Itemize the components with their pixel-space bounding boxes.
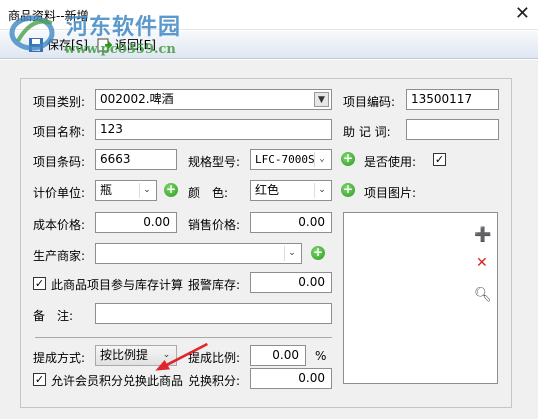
unit-label: 计价单位: [33, 186, 86, 200]
form-panel: 项目类别: 002002.啤酒 ▼ 项目编码: 13500117 项目名称: 1… [20, 78, 512, 408]
add-color-icon[interactable]: + [341, 183, 355, 197]
cost-field[interactable]: 0.00 [95, 212, 177, 233]
enabled-label: 是否使用: [364, 155, 417, 169]
maker-select[interactable]: ⌄ [95, 243, 302, 264]
sale-field[interactable]: 0.00 [250, 212, 332, 233]
save-icon [28, 37, 44, 53]
image-label: 项目图片: [364, 186, 417, 200]
window-title: 商品资料--新增 [8, 9, 89, 23]
chevron-down-icon[interactable]: ▼ [314, 92, 329, 107]
image-preview-box[interactable]: ➕ ✕ 🔍︎ [343, 212, 498, 384]
maker-label: 生产商家: [33, 249, 86, 263]
category-select[interactable]: 002002.啤酒 ▼ [95, 89, 332, 110]
code-label: 项目编码: [343, 95, 396, 109]
add-image-icon[interactable]: ➕ [474, 227, 491, 243]
unit-select[interactable]: 瓶 ⌄ [95, 180, 157, 201]
code-field[interactable]: 13500117 [406, 89, 499, 110]
add-spec-icon[interactable]: + [341, 152, 355, 166]
color-select[interactable]: 红色 ⌄ [250, 180, 332, 201]
spec-select[interactable]: LFC-7000S ⌄ [250, 149, 332, 170]
spec-value: LFC-7000S [255, 153, 315, 166]
mnemonic-label: 助 记 词: [343, 125, 391, 139]
delete-image-icon[interactable]: ✕ [476, 255, 488, 271]
save-button-label: 保存[S] [47, 38, 88, 52]
add-unit-icon[interactable]: + [164, 183, 178, 197]
back-button[interactable]: 返回[E] [96, 36, 156, 53]
category-value: 002002.啤酒 [100, 92, 174, 106]
save-button[interactable]: 保存[S] [28, 36, 88, 53]
unit-value: 瓶 [100, 183, 113, 197]
chevron-down-icon[interactable]: ⌄ [139, 183, 154, 198]
commission-mode-value: 按比例提 [100, 348, 149, 362]
points-allow-checkbox[interactable]: ✓ [33, 373, 46, 386]
alarm-label: 报警库存: [188, 278, 241, 292]
title-bar: 商品资料--新增 ✕ [0, 0, 538, 30]
barcode-label: 项目条码: [33, 155, 86, 169]
name-field[interactable]: 123 [95, 119, 332, 140]
mnemonic-field[interactable] [406, 119, 499, 140]
back-button-label: 返回[E] [115, 38, 156, 52]
category-label: 项目类别: [33, 95, 86, 109]
stock-calc-checkbox[interactable]: ✓ [33, 277, 46, 290]
sale-label: 销售价格: [188, 218, 241, 232]
remark-field[interactable] [95, 303, 332, 324]
commission-ratio-field[interactable]: 0.00 [250, 345, 306, 366]
percent-unit: % [315, 349, 327, 363]
spec-label: 规格型号: [188, 155, 241, 169]
points-field[interactable]: 0.00 [250, 368, 332, 389]
color-label: 颜 色: [188, 186, 229, 200]
add-maker-icon[interactable]: + [311, 246, 325, 260]
cost-label: 成本价格: [33, 218, 86, 232]
chevron-down-icon[interactable]: ⌄ [314, 183, 329, 198]
back-icon [96, 37, 113, 53]
remark-label: 备 注: [33, 309, 74, 323]
magnifier-icon[interactable]: 🔍︎ [474, 287, 492, 303]
form-area: 项目类别: 002002.啤酒 ▼ 项目编码: 13500117 项目名称: 1… [0, 60, 538, 419]
close-icon[interactable]: ✕ [515, 3, 530, 24]
color-value: 红色 [255, 183, 280, 197]
alarm-field[interactable]: 0.00 [250, 272, 332, 293]
commission-mode-label: 提成方式: [33, 351, 86, 365]
chevron-down-icon[interactable]: ⌄ [284, 246, 299, 261]
name-label: 项目名称: [33, 125, 86, 139]
toolbar: 保存[S] 返回[E] [0, 31, 538, 59]
stock-calc-label: 此商品项目参与库存计算 [51, 278, 184, 292]
red-pointer-arrow-icon [155, 342, 208, 371]
barcode-field[interactable]: 6663 [95, 149, 177, 170]
chevron-down-icon[interactable]: ⌄ [314, 152, 329, 167]
enabled-checkbox[interactable]: ✓ [433, 153, 446, 166]
